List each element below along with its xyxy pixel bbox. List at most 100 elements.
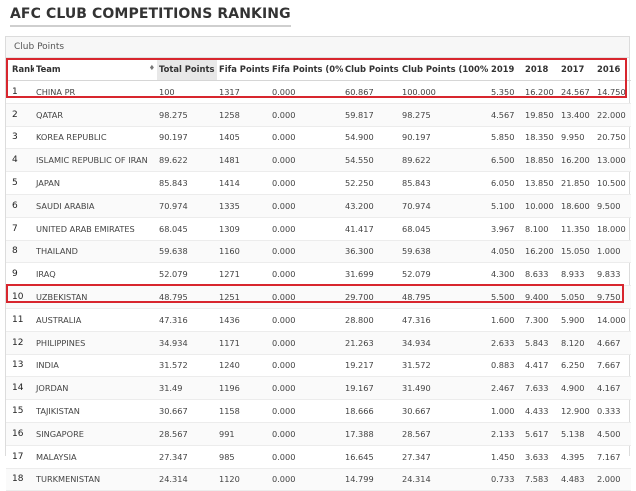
cell-club-points-100: 90.197: [400, 126, 489, 150]
cell-2017: 4.900: [559, 376, 595, 401]
cell-total-points: 90.197: [157, 126, 217, 150]
cell-fifa-points: 1436: [217, 308, 270, 332]
cell-2018: 19.850: [523, 103, 559, 127]
club-points-100-label: Club Points (100%): [402, 64, 489, 74]
table-row: 12 PHILIPPINES 34.934 1171 0.000 21.263 34.934…: [6, 331, 631, 355]
cell-fifa-points: 1271: [217, 262, 270, 287]
cell-2016: 14.750: [595, 80, 631, 104]
fifa-points-0-label: Fifa Points (0%): [272, 64, 343, 74]
cell-2019: 1.600: [489, 308, 523, 332]
cell-2017: 12.900: [559, 399, 595, 423]
cell-total-points: 30.667: [157, 399, 217, 423]
column-header-fifa-points[interactable]: Fifa Points ♦: [217, 58, 270, 81]
cell-club-points-100: 48.795: [400, 285, 489, 309]
cell-fifa-points: 1120: [217, 468, 270, 491]
cell-2018: 7.300: [523, 308, 559, 332]
cell-2019: 5.100: [489, 194, 523, 218]
column-header-total-points[interactable]: Total Points ▾: [157, 58, 217, 81]
cell-fifa-points-0: 0.000: [270, 331, 343, 355]
cell-2016: 7.667: [595, 354, 631, 378]
table-body: 1 CHINA PR 100 1317 0.000 60.867 100.000 5.350 1…: [6, 80, 631, 491]
cell-team: SINGAPORE: [34, 422, 157, 446]
panel-title: Club Points: [6, 37, 629, 58]
table-row: 4 ISLAMIC REPUBLIC OF IRAN 89.622 1481 0.000…: [6, 148, 631, 173]
cell-fifa-points-0: 0.000: [270, 445, 343, 469]
table-row: 16 SINGAPORE 28.567 991 0.000 17.388 28.567 2.1…: [6, 422, 631, 446]
cell-fifa-points-0: 0.000: [270, 468, 343, 491]
cell-club-points: 21.263: [343, 331, 400, 355]
cell-rank: 3: [6, 126, 34, 150]
cell-total-points: 59.638: [157, 240, 217, 264]
cell-2016: 13.000: [595, 148, 631, 173]
cell-2018: 9.400: [523, 285, 559, 309]
team-label: Team: [36, 64, 61, 74]
cell-2018: 5.617: [523, 422, 559, 446]
cell-fifa-points-0: 0.000: [270, 194, 343, 218]
cell-team: SAUDI ARABIA: [34, 194, 157, 218]
column-header-club-points[interactable]: Club Points ♦: [343, 58, 400, 81]
table-row: 13 INDIA 31.572 1240 0.000 19.217 31.572 0.883 4…: [6, 354, 631, 378]
cell-club-points-100: 85.843: [400, 171, 489, 195]
cell-fifa-points-0: 0.000: [270, 126, 343, 150]
sort-icon: ♦: [148, 64, 155, 72]
cell-rank: 17: [6, 445, 34, 469]
cell-club-points: 36.300: [343, 240, 400, 264]
column-header-team[interactable]: Team ♦: [34, 58, 157, 81]
cell-2017: 5.138: [559, 422, 595, 446]
cell-fifa-points-0: 0.000: [270, 103, 343, 127]
cell-2018: 4.433: [523, 399, 559, 423]
cell-2018: 18.350: [523, 126, 559, 150]
cell-fifa-points: 1251: [217, 285, 270, 309]
column-header-fifa-points-0[interactable]: Fifa Points (0%) ♦: [270, 58, 343, 81]
cell-total-points: 48.795: [157, 285, 217, 309]
cell-2017: 21.850: [559, 171, 595, 195]
cell-2018: 5.843: [523, 331, 559, 355]
cell-2019: 6.050: [489, 171, 523, 195]
cell-2018: 18.850: [523, 148, 559, 173]
cell-team: UNITED ARAB EMIRATES: [34, 217, 157, 241]
cell-club-points: 14.799: [343, 468, 400, 491]
cell-total-points: 24.314: [157, 468, 217, 491]
cell-2019: 5.850: [489, 126, 523, 150]
cell-fifa-points: 1317: [217, 80, 270, 104]
cell-team: UZBEKISTAN: [34, 285, 157, 309]
cell-total-points: 89.622: [157, 148, 217, 173]
cell-fifa-points: 1171: [217, 331, 270, 355]
cell-team: QATAR: [34, 103, 157, 127]
cell-2016: 9.500: [595, 194, 631, 218]
cell-2016: 1.000: [595, 240, 631, 264]
cell-team: ISLAMIC REPUBLIC OF IRAN: [34, 148, 157, 173]
column-header-club-points-100[interactable]: Club Points (100%) ♦: [400, 58, 489, 81]
cell-2019: 3.967: [489, 217, 523, 241]
cell-club-points-100: 30.667: [400, 399, 489, 423]
cell-club-points-100: 31.572: [400, 354, 489, 378]
cell-2019: 2.633: [489, 331, 523, 355]
cell-rank: 7: [6, 217, 34, 241]
cell-fifa-points: 1309: [217, 217, 270, 241]
cell-fifa-points-0: 0.000: [270, 171, 343, 195]
cell-2016: 10.500: [595, 171, 631, 195]
cell-club-points: 29.700: [343, 285, 400, 309]
cell-fifa-points-0: 0.000: [270, 354, 343, 378]
cell-total-points: 27.347: [157, 445, 217, 469]
cell-club-points: 28.800: [343, 308, 400, 332]
cell-fifa-points: 1414: [217, 171, 270, 195]
cell-fifa-points-0: 0.000: [270, 422, 343, 446]
cell-2019: 4.300: [489, 262, 523, 287]
table-row: 7 UNITED ARAB EMIRATES 68.045 1309 0.000 41.4…: [6, 217, 631, 241]
cell-2019: 5.350: [489, 80, 523, 104]
total-points-label: Total Points: [159, 64, 215, 74]
cell-club-points: 43.200: [343, 194, 400, 218]
table-row: 1 CHINA PR 100 1317 0.000 60.867 100.000 5.350 1…: [6, 80, 631, 104]
cell-2016: 18.000: [595, 217, 631, 241]
cell-rank: 5: [6, 171, 34, 195]
cell-2019: 0.883: [489, 354, 523, 378]
cell-2017: 13.400: [559, 103, 595, 127]
cell-fifa-points: 1481: [217, 148, 270, 173]
cell-club-points-100: 68.045: [400, 217, 489, 241]
column-header-2019: 2019: [489, 58, 523, 81]
cell-club-points: 41.417: [343, 217, 400, 241]
cell-fifa-points: 985: [217, 445, 270, 469]
table-row: 2 QATAR 98.275 1258 0.000 59.817 98.275 4.567 19…: [6, 103, 631, 127]
cell-club-points-100: 31.490: [400, 376, 489, 401]
